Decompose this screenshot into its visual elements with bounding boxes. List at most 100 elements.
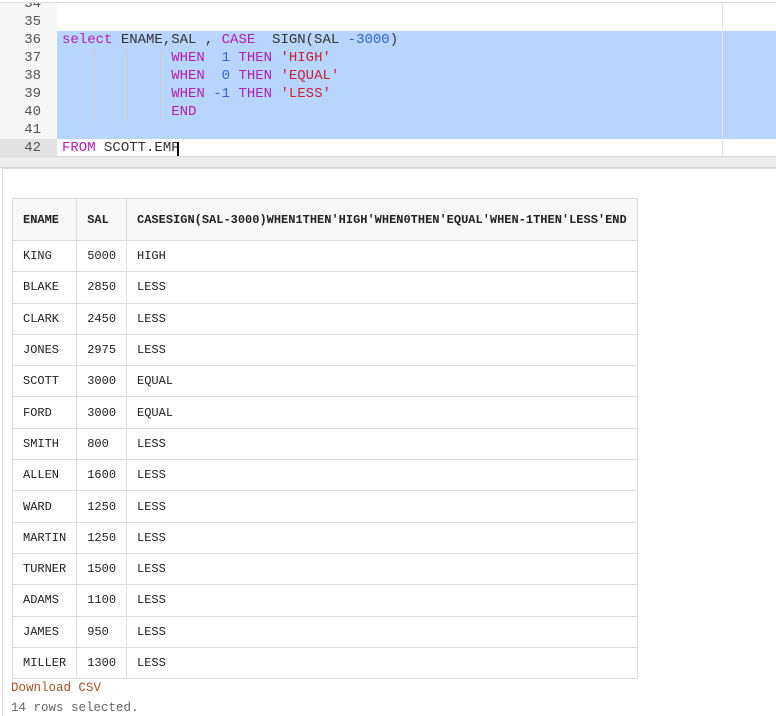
number-token: 1 xyxy=(221,50,231,66)
line-number: 42 xyxy=(0,139,57,157)
table-row: MILLER 1300 LESS xyxy=(11,646,638,680)
keyword-token: FROM xyxy=(62,140,96,156)
table-cell: 3000 xyxy=(76,365,128,398)
table-row: WARD 1250 LESS xyxy=(11,490,638,523)
code-line[interactable]: FROM SCOTT.EMP xyxy=(62,139,180,157)
table-cell: 1100 xyxy=(76,584,128,617)
string-token: 'EQUAL' xyxy=(280,68,340,84)
table-header: ENAME SAL CASESIGN(SAL-3000)WHEN1THEN'HIGH… xyxy=(11,198,638,241)
table-row: KING 5000 HIGH xyxy=(11,239,638,273)
text-token: SCOTT.EMP xyxy=(95,140,180,156)
code-line[interactable]: WHEN 0 THEN 'EQUAL' xyxy=(62,67,339,85)
line-number: 39 xyxy=(24,86,41,102)
table-cell: HIGH xyxy=(126,239,638,273)
table-cell: 1250 xyxy=(76,490,128,523)
table-cell: CLARK xyxy=(11,302,78,335)
number-token: 0 xyxy=(221,68,231,84)
code-line[interactable]: WHEN -1 THEN 'LESS' xyxy=(62,85,331,103)
table-cell: ADAMS xyxy=(11,584,78,617)
table-cell: 1250 xyxy=(76,521,128,554)
table-cell: JAMES xyxy=(11,615,78,648)
table-cell: JONES xyxy=(11,333,78,367)
table-cell: TURNER xyxy=(11,552,78,586)
table-cell: LESS xyxy=(126,615,638,648)
indent-guide xyxy=(127,49,128,121)
table-row: BLAKE 2850 LESS xyxy=(11,271,638,304)
table-cell: MILLER xyxy=(11,646,78,680)
table-row: MARTIN 1250 LESS xyxy=(11,521,638,554)
table-cell: 3000 xyxy=(76,396,128,429)
table-cell: LESS xyxy=(126,427,638,461)
table-cell: 5000 xyxy=(76,239,128,273)
keyword-token: WHEN xyxy=(171,50,205,66)
table-row: JAMES 950 LESS xyxy=(11,615,638,648)
table-cell: LESS xyxy=(126,333,638,367)
horizontal-scrollbar[interactable] xyxy=(0,156,776,168)
text-token: ) xyxy=(389,32,399,48)
table-cell: 1300 xyxy=(76,646,128,680)
table-cell: SMITH xyxy=(11,427,78,461)
table-cell: KING xyxy=(11,239,78,273)
results-table: ENAME SAL CASESIGN(SAL-3000)WHEN1THEN'HIGH… xyxy=(11,198,638,680)
number-token: -1 xyxy=(213,86,231,102)
table-row: JONES 2975 LESS xyxy=(11,333,638,367)
table-cell: LESS xyxy=(126,646,638,680)
table-row: SCOTT 3000 EQUAL xyxy=(11,365,638,398)
code-line[interactable]: WHEN 1 THEN 'HIGH' xyxy=(62,49,331,67)
table-cell: EQUAL xyxy=(126,365,638,398)
indent-guide xyxy=(94,49,95,121)
line-number: 34 xyxy=(24,2,41,12)
table-cell: 2850 xyxy=(76,271,128,304)
code-line[interactable]: END xyxy=(62,103,196,121)
column-header: CASESIGN(SAL-3000)WHEN1THEN'HIGH'WHEN0TH… xyxy=(126,198,638,241)
table-cell: EQUAL xyxy=(126,396,638,429)
indent-guide xyxy=(160,49,161,121)
number-token: -3000 xyxy=(347,32,390,48)
keyword-token: THEN xyxy=(238,68,273,84)
text-token: ENAME,SAL , xyxy=(112,32,222,48)
code-line[interactable]: select ENAME,SAL , CASE SIGN(SAL -3000) xyxy=(62,31,398,49)
line-number: 35 xyxy=(24,14,41,30)
line-number: 36 xyxy=(24,32,41,48)
line-number: 40 xyxy=(24,104,41,120)
table-cell: LESS xyxy=(126,302,638,335)
table-cell: LESS xyxy=(126,552,638,586)
sql-editor[interactable]: 34 35 36 37 38 39 40 41 42 select ENAME,SAL , CA… xyxy=(0,2,776,157)
table-cell: BLAKE xyxy=(11,271,78,304)
table-cell: WARD xyxy=(11,490,78,523)
column-header: SAL xyxy=(76,198,128,241)
table-row: ADAMS 1100 LESS xyxy=(11,584,638,617)
table-cell: FORD xyxy=(11,396,78,429)
line-number-gutter: 34 35 36 37 38 39 40 41 42 xyxy=(0,3,57,157)
table-cell: LESS xyxy=(126,521,638,554)
string-token: 'HIGH' xyxy=(280,50,331,66)
table-cell: 950 xyxy=(76,615,128,648)
keyword-token: WHEN xyxy=(171,68,205,84)
table-cell: 800 xyxy=(76,427,128,461)
string-token: 'LESS' xyxy=(280,86,331,102)
line-number: 37 xyxy=(24,50,41,66)
table-cell: LESS xyxy=(126,459,638,492)
table-row: CLARK 2450 LESS xyxy=(11,302,638,335)
table-cell: 1500 xyxy=(76,552,128,586)
table-cell: 1600 xyxy=(76,459,128,492)
table-cell: LESS xyxy=(126,584,638,617)
rows-selected-status: 14 rows selected. xyxy=(11,701,139,715)
table-row: SMITH 800 LESS xyxy=(11,427,638,461)
text-token: SIGN(SAL xyxy=(255,32,348,48)
keyword-token: END xyxy=(171,104,197,120)
print-margin xyxy=(722,3,723,157)
table-cell: 2450 xyxy=(76,302,128,335)
table-row: FORD 3000 EQUAL xyxy=(11,396,638,429)
table-row: ALLEN 1600 LESS xyxy=(11,459,638,492)
keyword-token: WHEN xyxy=(171,86,205,102)
table-cell: SCOTT xyxy=(11,365,78,398)
download-csv-link[interactable]: Download CSV xyxy=(11,681,101,695)
column-header: ENAME xyxy=(11,198,78,241)
